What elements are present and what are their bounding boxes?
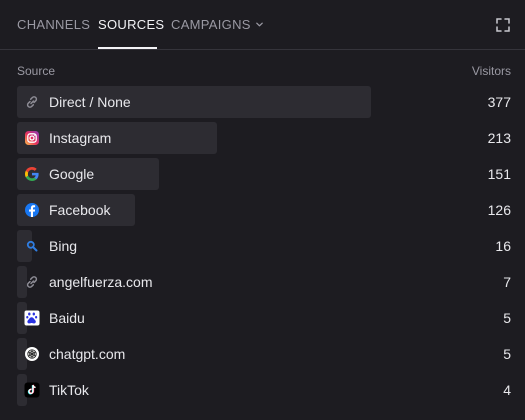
visitor-count: 7: [503, 274, 511, 290]
visitor-count: 16: [495, 238, 511, 254]
visitor-count: 126: [487, 202, 511, 218]
source-label: Bing: [49, 238, 78, 254]
source-label: Facebook: [49, 202, 111, 218]
source-row[interactable]: angelfuerza.com 7: [17, 266, 511, 298]
chevron-down-icon: [255, 22, 263, 27]
facebook-icon: [24, 202, 40, 218]
source-row[interactable]: Instagram 213: [17, 122, 511, 154]
google-icon: [24, 166, 40, 182]
visitor-count: 377: [487, 94, 511, 110]
tab-bar: CHANNELS SOURCES CAMPAIGNS: [0, 0, 525, 50]
source-label: Instagram: [49, 130, 112, 146]
source-row[interactable]: chatgpt.com 5: [17, 338, 511, 370]
link-icon: [24, 94, 40, 110]
source-column-header: Source: [17, 64, 56, 78]
source-label: Google: [49, 166, 95, 182]
visitor-bar: [17, 122, 217, 154]
source-row[interactable]: Facebook 126: [17, 194, 511, 226]
source-row[interactable]: TikTok 4: [17, 374, 511, 406]
instagram-icon: [24, 130, 40, 146]
tab-channels[interactable]: CHANNELS: [17, 17, 90, 32]
source-label: angelfuerza.com: [49, 274, 153, 290]
bing-icon: [24, 238, 40, 254]
link-icon: [24, 274, 40, 290]
visitor-count: 5: [503, 310, 511, 326]
expand-icon[interactable]: [495, 17, 511, 33]
visitor-count: 4: [503, 382, 511, 398]
visitors-column-header: Visitors: [471, 64, 511, 78]
source-label: TikTok: [49, 382, 89, 398]
source-row[interactable]: Baidu 5: [17, 302, 511, 334]
source-label: chatgpt.com: [49, 346, 126, 362]
top-sources-panel: CHANNELS SOURCES CAMPAIGNS Source Visito…: [0, 0, 525, 420]
tab-sources[interactable]: SOURCES: [98, 17, 164, 32]
source-label: Direct / None: [49, 94, 131, 110]
source-label: Baidu: [49, 310, 85, 326]
chatgpt-icon: [24, 346, 40, 362]
active-tab-underline: [98, 47, 157, 49]
visitor-count: 213: [487, 130, 511, 146]
source-row[interactable]: Direct / None 377: [17, 86, 511, 118]
visitor-count: 151: [487, 166, 511, 182]
tab-campaigns[interactable]: CAMPAIGNS: [171, 17, 264, 32]
tab-campaigns-label: CAMPAIGNS: [171, 17, 251, 32]
tiktok-icon: [24, 382, 40, 398]
baidu-icon: [24, 310, 40, 326]
visitor-count: 5: [503, 346, 511, 362]
source-row[interactable]: Google 151: [17, 158, 511, 190]
source-row[interactable]: Bing 16: [17, 230, 511, 262]
